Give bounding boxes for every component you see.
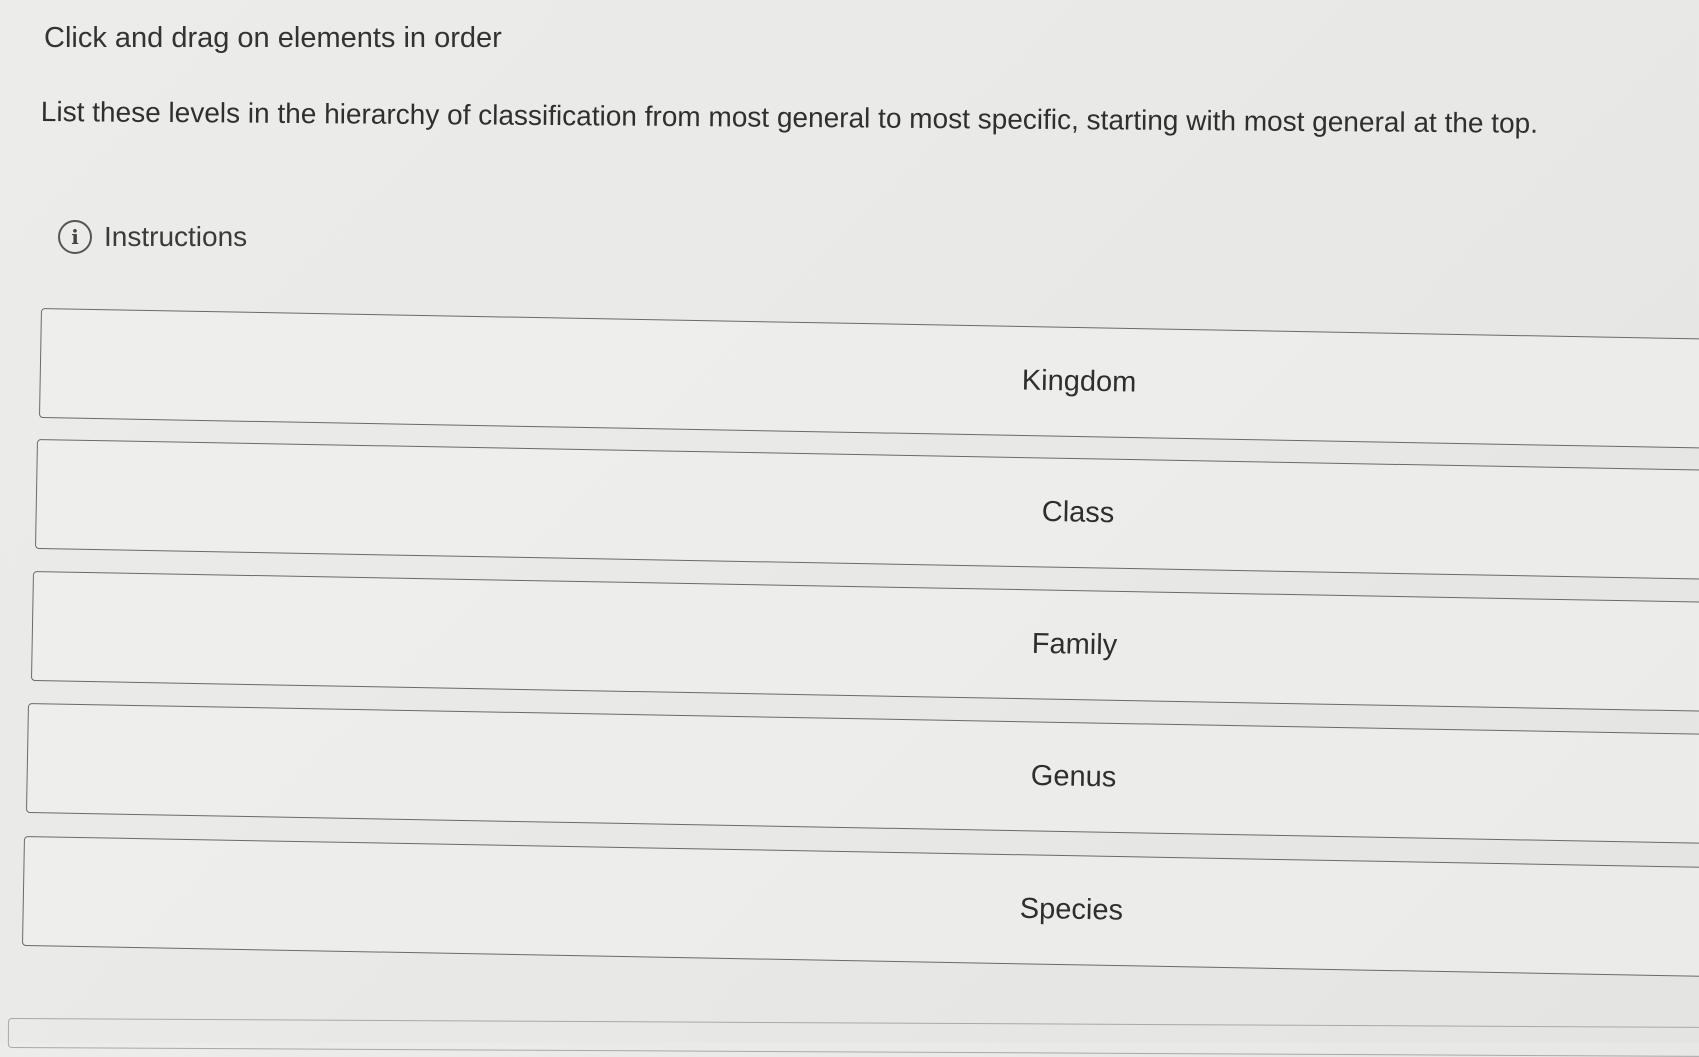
sortable-item-label: Kingdom <box>1021 364 1137 399</box>
sortable-item-class[interactable]: Class <box>34 439 1699 581</box>
sortable-item-label: Class <box>1041 495 1115 530</box>
sortable-item-label: Family <box>1031 627 1118 662</box>
sortable-item-family[interactable]: Family <box>30 571 1699 713</box>
sortable-list: Kingdom Class Family Genus Species <box>0 0 1699 1043</box>
drag-order-question: Click and drag on elements in order List… <box>0 0 1699 1057</box>
sortable-item-kingdom[interactable]: Kingdom <box>38 308 1699 450</box>
sortable-item-species[interactable]: Species <box>21 836 1699 978</box>
sortable-item-label: Genus <box>1030 759 1117 794</box>
sortable-item-genus[interactable]: Genus <box>25 703 1699 845</box>
sortable-item-label: Species <box>1019 892 1124 927</box>
